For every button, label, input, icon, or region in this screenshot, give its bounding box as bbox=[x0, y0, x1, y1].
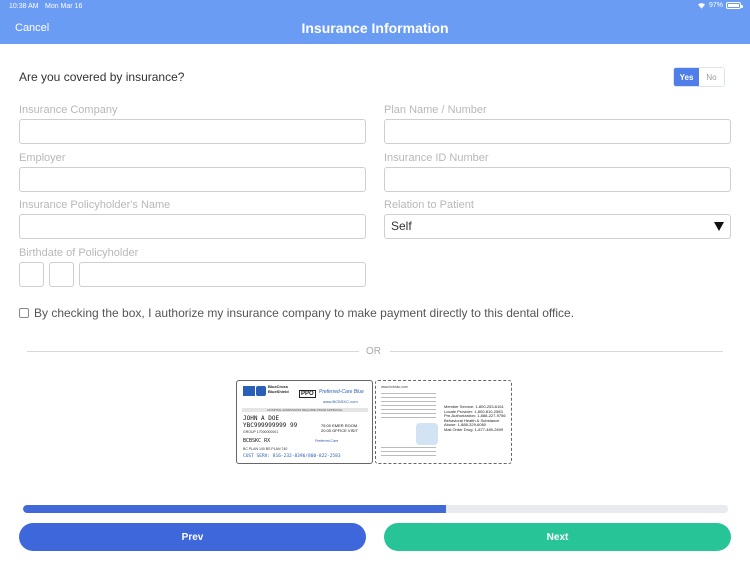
card-pc-label: Preferred Care bbox=[315, 439, 339, 443]
card-back-line bbox=[381, 451, 436, 452]
insurance-company-input[interactable] bbox=[19, 119, 366, 144]
relation-label: Relation to Patient bbox=[384, 199, 474, 211]
card-group: GROUP 17000000001 bbox=[243, 430, 279, 434]
blueshield-logo-icon bbox=[256, 386, 266, 396]
card-strip: HOSPITAL ADMISSIONS REQUIRE PRIOR APPROV… bbox=[242, 408, 368, 412]
insurance-company-label: Insurance Company bbox=[19, 104, 118, 116]
nav-bar: Cancel Insurance Information bbox=[0, 14, 750, 44]
card-rx-numbers: BC PLAN 140 BS PLAN 740 bbox=[243, 447, 288, 451]
plan-name-label: Plan Name / Number bbox=[384, 104, 487, 116]
card-back-line bbox=[381, 397, 436, 398]
birthdate-day-input[interactable] bbox=[49, 262, 74, 287]
relation-value: Self bbox=[391, 219, 412, 233]
policyholder-name-input[interactable] bbox=[19, 214, 366, 239]
no-option[interactable]: No bbox=[699, 68, 724, 86]
birthdate-year-input[interactable] bbox=[79, 262, 366, 287]
birthdate-month-input[interactable] bbox=[19, 262, 44, 287]
plan-name-input[interactable] bbox=[384, 119, 731, 144]
card-ppo: PPO bbox=[299, 390, 316, 398]
next-button[interactable]: Next bbox=[384, 523, 731, 551]
status-date: Mon Mar 16 bbox=[45, 3, 83, 10]
card-back-line bbox=[381, 409, 436, 410]
coverage-question: Are you covered by insurance? bbox=[19, 70, 185, 84]
card-back-line bbox=[381, 455, 436, 456]
insurance-id-input[interactable] bbox=[384, 167, 731, 192]
progress-fill bbox=[23, 505, 446, 513]
insurance-card-front[interactable]: BlueCross BlueShield PPO Preferred-Care … bbox=[236, 380, 373, 464]
status-right: 97% bbox=[697, 2, 743, 9]
card-back-line bbox=[381, 413, 436, 414]
employer-label: Employer bbox=[19, 152, 66, 164]
card-back-line bbox=[381, 405, 436, 406]
status-time: 10:38 AM bbox=[9, 3, 39, 10]
authorize-row: By checking the box, I authorize my insu… bbox=[19, 306, 574, 320]
employer-input[interactable] bbox=[19, 167, 366, 192]
card-back-line bbox=[381, 447, 436, 448]
authorize-label: By checking the box, I authorize my insu… bbox=[34, 306, 575, 320]
card-member-id: YBC999999999 99 bbox=[243, 422, 298, 429]
card-rx: BCBSKC RX bbox=[243, 438, 271, 444]
divider-right bbox=[390, 351, 723, 352]
card-back-line bbox=[381, 401, 436, 402]
coverage-toggle: Yes No bbox=[673, 67, 725, 87]
card-back-line bbox=[381, 417, 436, 418]
insurance-card-back[interactable]: www.bcbskc.com Member Service: 1-800-253… bbox=[375, 380, 512, 464]
card-web: www.BCBSKC.com bbox=[323, 399, 358, 404]
authorize-checkbox[interactable] bbox=[19, 308, 29, 318]
card-brand: BlueCross BlueShield bbox=[268, 384, 289, 394]
wifi-icon bbox=[697, 3, 705, 9]
status-bar: 10:38 AM Mon Mar 16 97% bbox=[0, 0, 750, 14]
divider-left bbox=[27, 351, 359, 352]
battery-icon bbox=[726, 2, 743, 9]
progress-bar bbox=[23, 505, 728, 513]
page-title: Insurance Information bbox=[301, 20, 449, 36]
bluecross-logo-icon bbox=[243, 386, 255, 396]
card-copays: 75.00 EMER ROOM 20.00 OFFICE VISIT bbox=[321, 423, 358, 433]
card-back-header: www.bcbskc.com bbox=[381, 385, 408, 389]
battery-fill bbox=[728, 4, 739, 7]
dropdown-arrow-icon bbox=[714, 222, 724, 231]
insurance-id-label: Insurance ID Number bbox=[384, 152, 489, 164]
card-watermark-icon bbox=[416, 423, 438, 445]
card-service: CUST SERV: 816-232-8396/800-822-2583 bbox=[243, 454, 341, 459]
card-plan: Preferred-Care Blue bbox=[319, 389, 364, 395]
birthdate-label: Birthdate of Policyholder bbox=[19, 247, 139, 259]
prev-button[interactable]: Prev bbox=[19, 523, 366, 551]
relation-select[interactable]: Self bbox=[384, 214, 731, 239]
policyholder-name-label: Insurance Policyholder's Name bbox=[19, 199, 171, 211]
or-divider-text: OR bbox=[366, 346, 381, 357]
card-back-line bbox=[381, 393, 436, 394]
battery-percent: 97% bbox=[708, 2, 723, 9]
card-member-name: JOHN A DOE bbox=[243, 415, 280, 422]
card-back-contacts: Member Service: 1-800-253-6161 Locate Pr… bbox=[444, 404, 506, 432]
yes-option[interactable]: Yes bbox=[674, 68, 699, 86]
